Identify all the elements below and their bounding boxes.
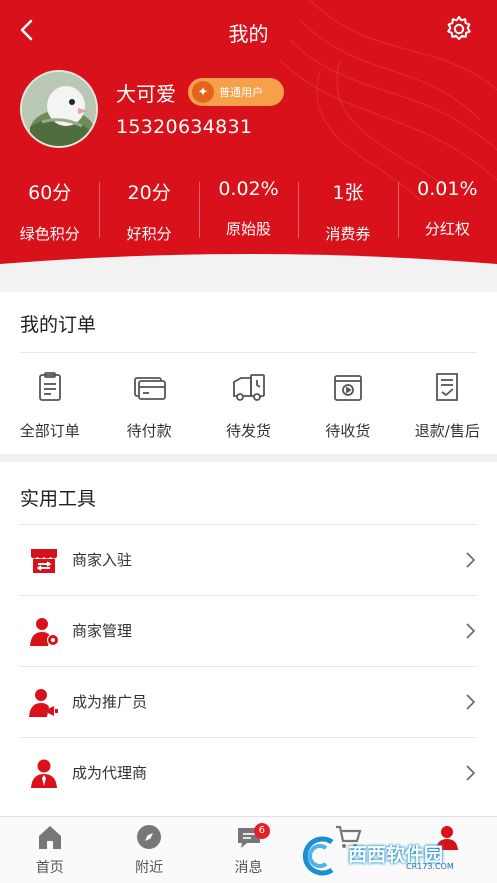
tab-messages[interactable]: 6 消息 (199, 817, 298, 883)
user-megaphone-icon (29, 689, 58, 717)
tool-label: 成为代理商 (72, 764, 148, 782)
tool-label: 商家入驻 (72, 551, 133, 569)
wallet-card-icon (134, 377, 167, 400)
tool-become-promoter[interactable]: 成为推广员 (0, 667, 497, 738)
package-box-icon (334, 375, 362, 401)
chevron-right-icon (466, 765, 476, 781)
stat-value: 20分 (127, 182, 171, 204)
tools-card: 实用工具 商家入驻 商家管理 成为推广员 成为代理商 (0, 462, 497, 816)
member-badge: ✦ 普通用户 (188, 78, 284, 106)
user-tie-icon (31, 759, 57, 788)
stat-value: 0.02% (218, 178, 279, 200)
tab-label: 消息 (234, 860, 263, 876)
user-name: 大可爱 (116, 82, 176, 106)
star-icon: ✦ (192, 81, 214, 103)
profile-header: 我的 大可爱 ✦ 普通用户 15320634831 60分 绿色积分 20分 好… (0, 0, 497, 290)
order-refund-label: 退款/售后 (414, 422, 480, 440)
tool-merchant-manage[interactable]: 商家管理 (0, 596, 497, 667)
stat-label: 原始股 (226, 220, 272, 238)
home-icon (38, 826, 61, 849)
tab-home[interactable]: 首页 (0, 817, 99, 883)
stat-label: 绿色积分 (19, 225, 80, 243)
order-list-icon (38, 372, 61, 401)
storefront-icon (31, 549, 57, 573)
stat-good-points[interactable]: 20分 好积分 (99, 174, 198, 246)
user-gear-icon (30, 618, 59, 646)
stats-row: 60分 绿色积分 20分 好积分 0.02% 原始股 1张 消费券 0.01% … (0, 174, 497, 246)
orders-title: 我的订单 (20, 314, 97, 336)
avatar[interactable] (20, 70, 98, 148)
member-badge-label: 普通用户 (219, 86, 263, 99)
delivery-truck-icon (232, 374, 265, 401)
tool-merchant-join[interactable]: 商家入驻 (0, 525, 497, 596)
tool-label: 成为推广员 (72, 693, 148, 711)
gear-icon[interactable] (444, 14, 474, 44)
chevron-right-icon (466, 694, 476, 710)
stat-green-points[interactable]: 60分 绿色积分 (0, 174, 99, 246)
divider (20, 352, 477, 353)
order-pending-payment[interactable]: 待付款 (99, 370, 198, 441)
compass-icon (137, 825, 162, 849)
stat-label: 好积分 (126, 225, 172, 243)
tools-title: 实用工具 (20, 488, 97, 510)
order-refund[interactable]: 退款/售后 (398, 370, 497, 441)
tool-label: 商家管理 (72, 622, 133, 640)
header-curve (0, 254, 497, 290)
stat-value: 1张 (332, 182, 364, 204)
stat-label: 分红权 (424, 220, 470, 238)
order-pending-payment-label: 待付款 (126, 422, 172, 440)
top-bar: 我的 (0, 10, 497, 50)
stat-coupons[interactable]: 1张 消费券 (298, 174, 397, 246)
order-pending-receipt-label: 待收货 (325, 422, 371, 440)
stat-value: 0.01% (417, 178, 478, 200)
user-phone: 15320634831 (116, 116, 253, 138)
refund-document-icon (436, 373, 459, 401)
stat-label: 消费券 (325, 225, 371, 243)
orders-card: 我的订单 全部订单 待付款 待发货 待收货 退款/售后 (0, 292, 497, 454)
order-all[interactable]: 全部订单 (0, 370, 99, 441)
order-pending-shipment-label: 待发货 (226, 422, 272, 440)
order-pending-shipment[interactable]: 待发货 (199, 370, 298, 441)
stat-value: 60分 (28, 182, 72, 204)
order-status-row: 全部订单 待付款 待发货 待收货 退款/售后 (0, 370, 497, 441)
stat-dividend-rights[interactable]: 0.01% 分红权 (397, 174, 497, 246)
order-all-label: 全部订单 (19, 422, 80, 440)
stat-original-shares[interactable]: 0.02% 原始股 (198, 174, 298, 246)
unread-badge: 6 (253, 823, 270, 839)
page-title: 我的 (228, 22, 269, 46)
tab-label: 首页 (35, 860, 64, 876)
watermark-url: CR173.COM (406, 862, 454, 871)
chevron-right-icon (466, 552, 476, 568)
tab-nearby[interactable]: 附近 (99, 817, 198, 883)
tool-become-agent[interactable]: 成为代理商 (0, 738, 497, 809)
order-pending-receipt[interactable]: 待收货 (298, 370, 397, 441)
tab-label: 附近 (135, 860, 164, 876)
chevron-right-icon (466, 623, 476, 639)
